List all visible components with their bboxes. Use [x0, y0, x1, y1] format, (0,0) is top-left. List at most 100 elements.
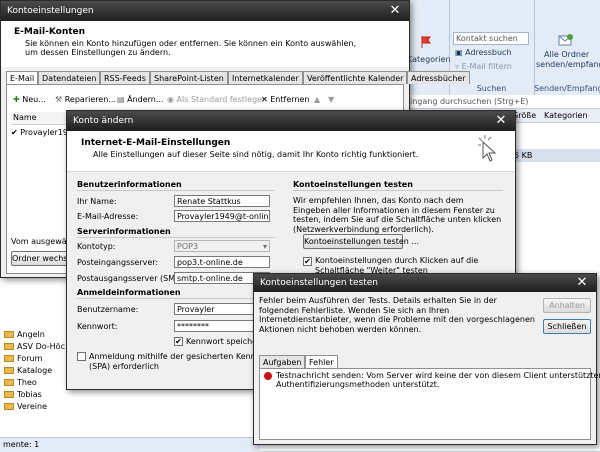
accounts-column-header[interactable]: Name — [11, 112, 71, 125]
tab-rss-feeds[interactable]: RSS-Feeds — [100, 71, 150, 84]
change-account-header: Internet-E-Mail-Einstellungen Alle Einst… — [67, 131, 515, 171]
folder-label: ASV Do-Höc — [17, 342, 65, 351]
accounts-dialog-title: Kontoeinstellungen — [7, 6, 94, 16]
test-on-next-checkbox[interactable]: ✔ — [303, 257, 312, 266]
folder-icon — [4, 403, 14, 410]
error-list: Testnachricht senden: Vom Server wird ke… — [259, 368, 600, 440]
spa-checkbox[interactable] — [77, 352, 86, 361]
accounts-heading: E-Mail-Konten — [14, 27, 86, 37]
internet-email-subheading: Alle Einstellungen auf dieser Seite sind… — [93, 150, 419, 159]
send-all-label-2[interactable]: senden/empfangen — [536, 60, 600, 69]
error-text: Testnachricht senden: Vom Server wird ke… — [276, 371, 600, 380]
folder-item[interactable]: Tobias — [4, 390, 42, 399]
default-check-icon: ✔ — [11, 128, 18, 137]
user-info-header: Benutzerinformationen — [77, 180, 182, 189]
email-filter-label: E-Mail filtern — [461, 62, 512, 71]
incoming-server-input[interactable]: pop3.t-online.de — [174, 256, 270, 268]
folder-icon — [4, 379, 14, 386]
error-text-2: Authentifizierungsmethoden unterstützt. — [276, 380, 440, 389]
tab-aufgaben[interactable]: Aufgaben — [259, 355, 306, 368]
close-button[interactable]: Schließen — [543, 319, 591, 334]
folder-label: Vereine — [17, 402, 48, 411]
send-receive-icon — [558, 33, 574, 47]
contact-search-input[interactable]: Kontakt suchen — [453, 32, 529, 45]
change-account-titlebar: Konto ändern ✕ — [67, 111, 515, 131]
test-settings-header: Kontoeinstellungen testen — [293, 180, 413, 189]
tab-veröffentlichte-kalender[interactable]: Veröffentlichte Kalender — [303, 71, 408, 84]
name-input[interactable]: Renate Stattkus — [174, 195, 270, 207]
folder-label: Kataloge — [17, 366, 53, 375]
tab-sharepoint-listen[interactable]: SharePoint-Listen — [150, 71, 228, 84]
new-label: Neu... — [22, 95, 46, 104]
test-settings-button[interactable]: Kontoeinstellungen testen ... — [303, 234, 419, 249]
incoming-server-label: Posteingangsserver: — [77, 258, 159, 267]
remove-button[interactable]: ✕ Entfernen — [261, 95, 309, 104]
flag-icon[interactable] — [421, 36, 431, 48]
folder-item[interactable]: Kataloge — [4, 366, 52, 375]
folder-label: Theo — [17, 378, 37, 387]
move-down-icon[interactable]: ▼ — [328, 95, 334, 104]
spa-label-2: (SPA) erforderlich — [89, 362, 159, 371]
divider — [77, 190, 275, 191]
check-circle-icon: ◉ — [167, 95, 174, 104]
list-row-size: 5 KB — [514, 151, 533, 160]
send-group-label: Senden/Empfangen — [534, 84, 600, 93]
email-label: E-Mail-Adresse: — [77, 212, 139, 221]
tab-datendateien[interactable]: Datendateien — [38, 71, 101, 84]
password-label: Kennwort: — [77, 322, 118, 331]
test-description: Wir empfehlen Ihnen, das Konto nach dem … — [293, 196, 502, 234]
change-folder-button[interactable]: Ordner wechse — [11, 251, 73, 266]
test-on-next-label: Kontoeinstellungen durch Klicken auf die — [315, 256, 479, 265]
accounts-description: Sie können ein Konto hinzufügen oder ent… — [25, 39, 357, 57]
divider — [77, 237, 275, 238]
tab-adressbücher[interactable]: Adressbücher — [407, 71, 470, 84]
new-button[interactable]: ✚ Neu... — [13, 95, 46, 104]
test-settings-dialog: Kontoeinstellungen testen ✕ Fehler beim … — [253, 273, 600, 445]
repair-icon: ⚒ — [55, 95, 63, 104]
tab-internetkalender[interactable]: Internetkalender — [228, 71, 303, 84]
search-group-label: Suchen — [476, 84, 507, 93]
folder-item[interactable]: Theo — [4, 378, 37, 387]
close-icon[interactable]: ✕ — [385, 2, 405, 19]
username-label: Benutzername: — [77, 305, 139, 314]
email-input[interactable]: Provayler1949@t-online.de — [174, 210, 270, 222]
tab-e-mail[interactable]: E-Mail — [6, 71, 39, 85]
account-type-value: POP3 — [177, 242, 199, 251]
folder-icon — [4, 343, 14, 350]
filter-icon: ▿ — [455, 62, 462, 71]
stop-button[interactable]: Anhalten — [543, 298, 591, 313]
address-book-label: Adressbuch — [465, 48, 512, 57]
change-button[interactable]: ▤ Ändern... — [117, 95, 164, 104]
folder-item[interactable]: Angeln — [4, 330, 45, 339]
folder-label: Angeln — [17, 330, 45, 339]
repair-button[interactable]: ⚒ Reparieren... — [55, 95, 116, 104]
address-book-button[interactable]: ▣ Adressbuch — [455, 48, 512, 57]
account-type-select[interactable]: POP3 ▾ — [174, 240, 270, 252]
folder-item[interactable]: ASV Do-Höc — [4, 342, 65, 351]
folder-item[interactable]: Forum — [4, 354, 42, 363]
column-categories[interactable]: Kategorien — [544, 111, 588, 120]
status-bar: mente: 1 — [0, 437, 260, 452]
tab-fehler[interactable]: Fehler — [305, 355, 338, 369]
test-error-message: Fehler beim Ausführen der Tests. Details… — [259, 296, 535, 334]
folder-label: Forum — [17, 354, 43, 363]
accounts-dialog-titlebar: Kontoeinstellungen ✕ — [1, 1, 409, 21]
change-account-title: Konto ändern — [73, 116, 134, 126]
remember-password-checkbox[interactable]: ✔ — [174, 337, 183, 346]
account-row[interactable]: ✔ Provayler19 — [11, 128, 68, 137]
email-filter-button[interactable]: ▿ E-Mail filtern — [455, 62, 512, 71]
move-up-icon[interactable]: ▲ — [314, 95, 320, 104]
folder-icon — [4, 367, 14, 374]
send-all-label-1[interactable]: Alle Ordner — [544, 50, 589, 59]
close-icon[interactable]: ✕ — [572, 275, 592, 290]
login-info-header: Anmeldeinformationen — [77, 288, 181, 297]
close-icon[interactable]: ✕ — [491, 112, 511, 129]
folder-label: Tobias — [17, 390, 42, 399]
set-default-button[interactable]: ◉ Als Standard festlegen — [167, 95, 267, 104]
error-icon — [264, 372, 272, 380]
folder-item[interactable]: Vereine — [4, 402, 47, 411]
categories-label[interactable]: Kategorien — [407, 55, 451, 64]
account-type-label: Kontotyp: — [77, 242, 116, 251]
internet-email-heading: Internet-E-Mail-Einstellungen — [81, 138, 231, 148]
outlook-search-box[interactable]: ingang durchsuchen (Strg+E) — [400, 95, 600, 109]
